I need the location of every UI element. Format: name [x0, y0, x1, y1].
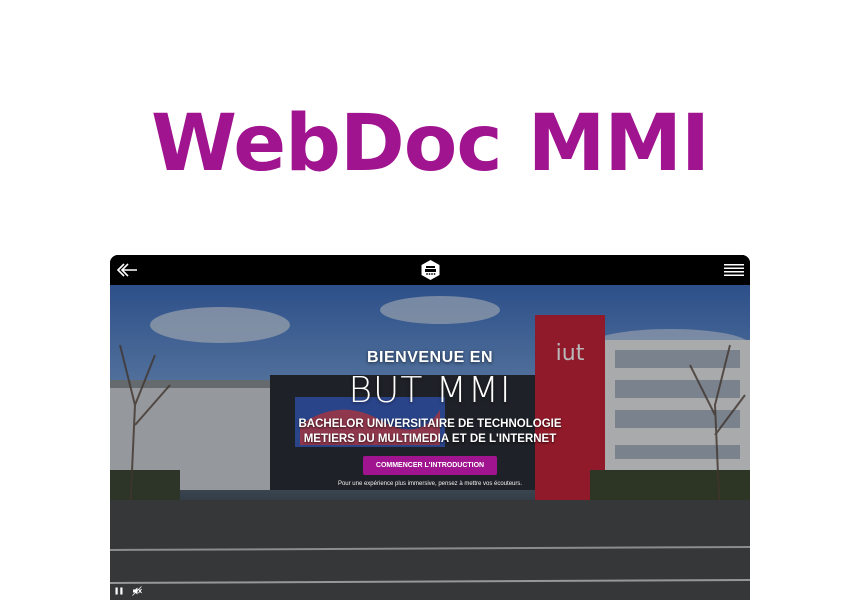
hero-content: BIENVENUE EN BUT MMI BACHELOR UNIVERSITA… — [110, 349, 750, 487]
player-controls — [114, 585, 142, 597]
iut-logo-icon — [421, 260, 440, 280]
pause-icon[interactable] — [114, 586, 124, 596]
page-title: WebDoc MMI — [151, 99, 710, 189]
welcome-heading: BIENVENUE EN — [366, 349, 494, 366]
top-navigation-bar — [110, 255, 750, 285]
sound-muted-icon[interactable] — [132, 586, 142, 596]
hamburger-menu-icon[interactable] — [724, 262, 744, 278]
back-arrow-icon[interactable] — [116, 261, 138, 279]
webdoc-preview-frame: iut BIENVENUE EN BUT MMI BACHELOR UNIVER… — [110, 255, 750, 600]
subtitle-line-1: BACHELOR UNIVERSITAIRE DE TECHNOLOGIE — [298, 418, 562, 430]
headphones-hint: Pour une expérience plus immersive, pens… — [337, 481, 523, 487]
program-title: BUT MMI — [348, 370, 512, 411]
hero-background: iut BIENVENUE EN BUT MMI BACHELOR UNIVER… — [110, 285, 750, 600]
subtitle-line-2: METIERS DU MULTIMEDIA ET DE L'INTERNET — [303, 433, 557, 445]
start-introduction-button[interactable]: COMMENCER L'INTRODUCTION — [362, 456, 498, 475]
program-subtitle: BACHELOR UNIVERSITAIRE DE TECHNOLOGIE ME… — [110, 417, 750, 447]
